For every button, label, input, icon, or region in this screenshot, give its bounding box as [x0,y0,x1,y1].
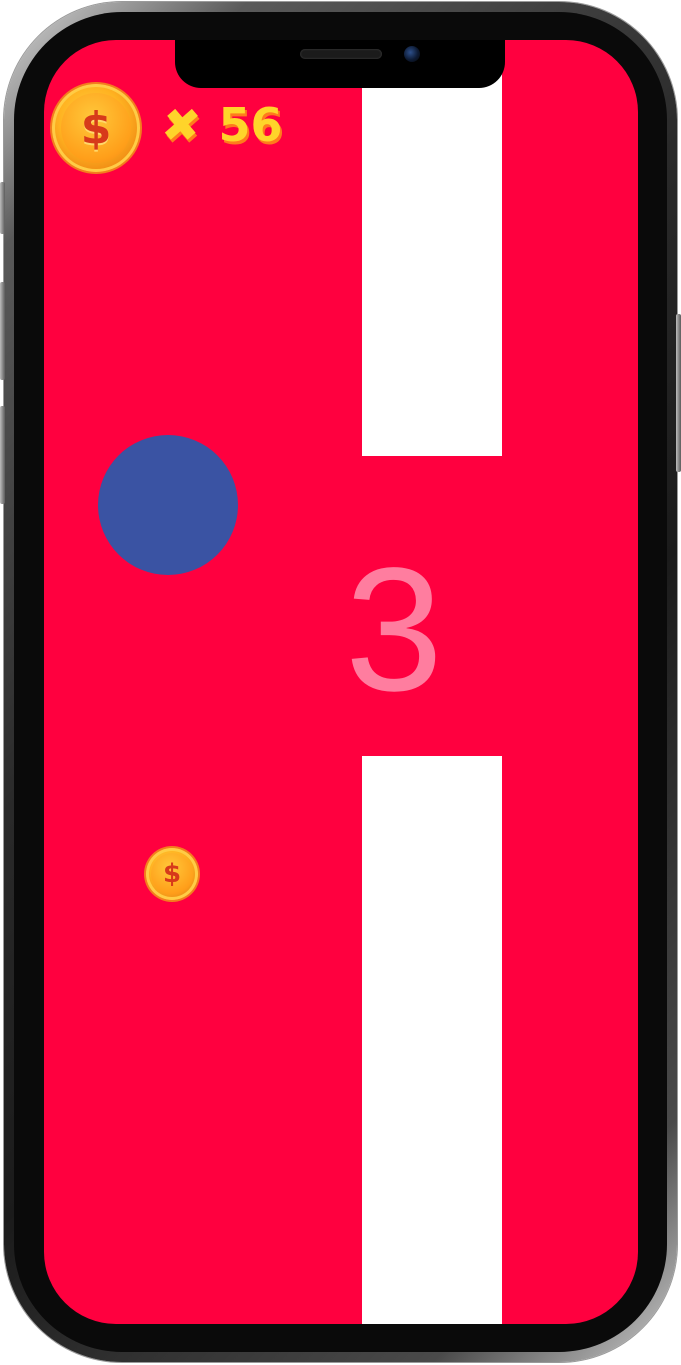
countdown-number: 3 [345,532,443,728]
mute-switch [0,182,5,234]
collectible-coin: $ [146,848,198,900]
dollar-coin-icon: $ [52,84,140,172]
earpiece-speaker [300,49,382,59]
dollar-sign-icon: $ [61,93,131,163]
volume-up-button [0,282,5,380]
multiply-icon: ✖ [158,98,205,152]
top-wall-obstacle [362,40,502,456]
power-button [676,314,681,472]
dollar-sign-icon: $ [151,853,193,895]
bottom-wall-obstacle [362,756,502,1324]
player-ball [98,435,238,575]
game-screen[interactable]: 3 $ ✖ 56 $ [44,40,638,1324]
volume-down-button [0,406,5,504]
coin-count: 56 [218,98,283,152]
front-camera-icon [404,46,420,62]
notch [175,40,505,88]
device-mockup: 3 $ ✖ 56 $ [0,0,681,1365]
coin-counter: ✖ 56 [158,90,283,160]
